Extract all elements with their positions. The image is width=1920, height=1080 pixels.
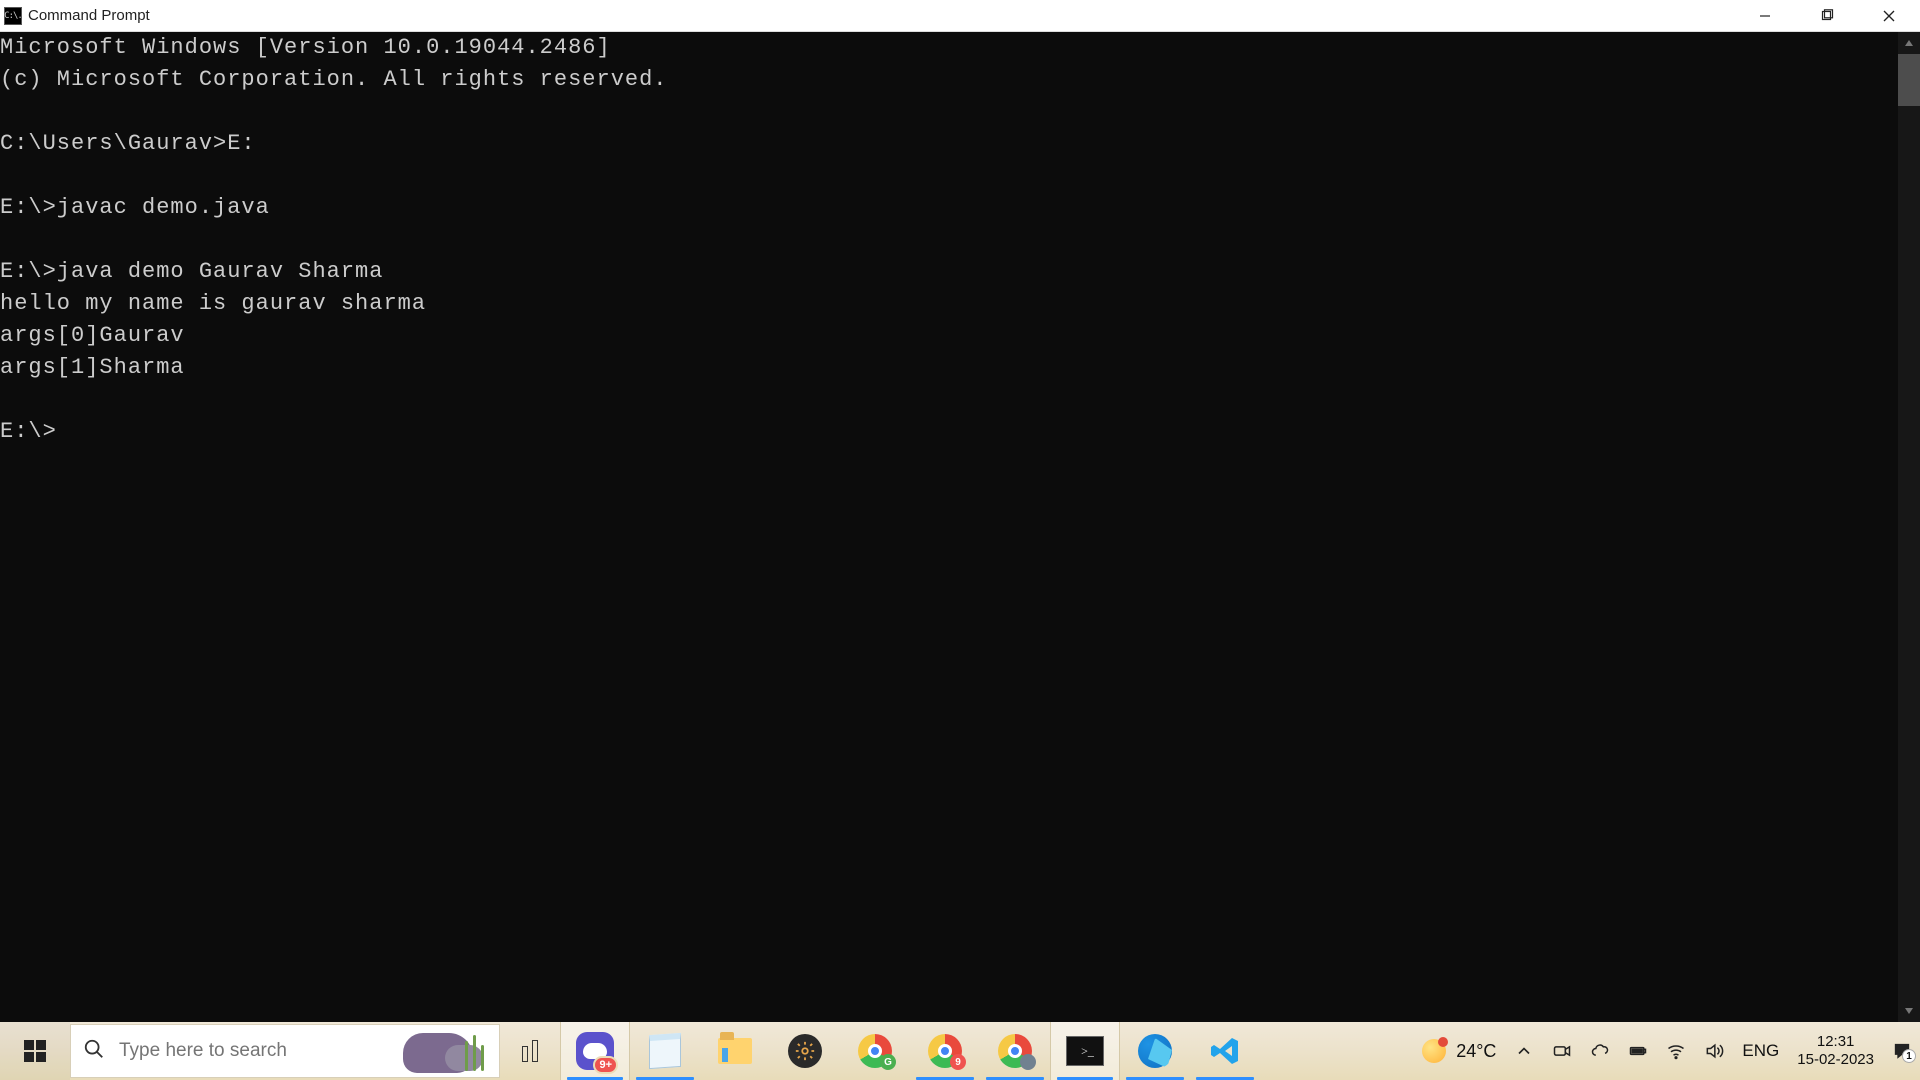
weather-widget[interactable]: 24°C [1422, 1039, 1496, 1063]
search-icon [83, 1038, 105, 1065]
volume-icon[interactable] [1704, 1041, 1724, 1061]
weather-icon [1422, 1039, 1446, 1063]
action-center-icon[interactable]: 1 [1892, 1041, 1912, 1061]
search-highlight-art [383, 1025, 493, 1073]
tray-chevron-up-icon[interactable] [1514, 1041, 1534, 1061]
taskbar-app-notepad[interactable] [630, 1022, 700, 1080]
minimize-button[interactable] [1734, 0, 1796, 31]
weather-temp: 24°C [1456, 1041, 1496, 1062]
task-view-icon [522, 1040, 538, 1062]
console-area[interactable]: Microsoft Windows [Version 10.0.19044.24… [0, 32, 1920, 1022]
chrome-profile-badge: 9 [950, 1054, 966, 1070]
chrome-profile-badge: G [880, 1054, 896, 1070]
taskbar-app-command-prompt[interactable]: >_ [1050, 1022, 1120, 1080]
taskbar-app-file-explorer[interactable] [700, 1022, 770, 1080]
meet-now-icon[interactable] [1552, 1041, 1572, 1061]
clock-time: 12:31 [1817, 1033, 1855, 1051]
windows-icon [24, 1040, 46, 1062]
vscode-icon [1209, 1035, 1241, 1067]
taskbar-app-chrome-1[interactable]: G [840, 1022, 910, 1080]
search-box[interactable] [70, 1024, 500, 1078]
clock-date: 15-02-2023 [1797, 1051, 1874, 1069]
scroll-thumb[interactable] [1898, 54, 1920, 106]
notification-badge: 1 [1902, 1049, 1916, 1063]
clock[interactable]: 12:31 15-02-2023 [1797, 1033, 1874, 1069]
gear-icon [788, 1034, 822, 1068]
chrome-profile-badge [1020, 1054, 1036, 1070]
notepad-icon [649, 1033, 681, 1069]
taskbar-app-chrome-3[interactable] [980, 1022, 1050, 1080]
onedrive-icon[interactable] [1590, 1041, 1610, 1061]
edge-icon [1138, 1034, 1172, 1068]
cmd-icon: >_ [1066, 1036, 1104, 1066]
maximize-button[interactable] [1796, 0, 1858, 31]
taskbar-app-edge[interactable] [1120, 1022, 1190, 1080]
scroll-down-button[interactable] [1898, 1000, 1920, 1022]
task-view-button[interactable] [500, 1022, 560, 1080]
console-output[interactable]: Microsoft Windows [Version 10.0.19044.24… [0, 32, 1898, 1022]
scroll-up-button[interactable] [1898, 32, 1920, 54]
taskbar-app-vscode[interactable] [1190, 1022, 1260, 1080]
taskbar-app-settings[interactable] [770, 1022, 840, 1080]
window-controls [1734, 0, 1920, 31]
cmd-icon: C:\. [4, 7, 22, 25]
scrollbar[interactable] [1898, 32, 1920, 1022]
language-indicator[interactable]: ENG [1742, 1041, 1779, 1061]
discord-icon: 9+ [576, 1032, 614, 1070]
window-title: Command Prompt [28, 7, 150, 24]
battery-icon[interactable] [1628, 1041, 1648, 1061]
taskbar-app-discord[interactable]: 9+ [560, 1022, 630, 1080]
system-tray: 24°C ENG 12:31 15-02-2023 1 [1422, 1022, 1920, 1080]
start-button[interactable] [0, 1022, 70, 1080]
taskbar-app-chrome-2[interactable]: 9 [910, 1022, 980, 1080]
close-button[interactable] [1858, 0, 1920, 31]
discord-badge: 9+ [593, 1056, 618, 1074]
file-explorer-icon [718, 1038, 752, 1064]
title-bar: C:\. Command Prompt [0, 0, 1920, 32]
wifi-icon[interactable] [1666, 1041, 1686, 1061]
taskbar: 9+ G 9 [0, 1022, 1920, 1080]
taskbar-apps: 9+ G 9 [500, 1022, 1260, 1080]
